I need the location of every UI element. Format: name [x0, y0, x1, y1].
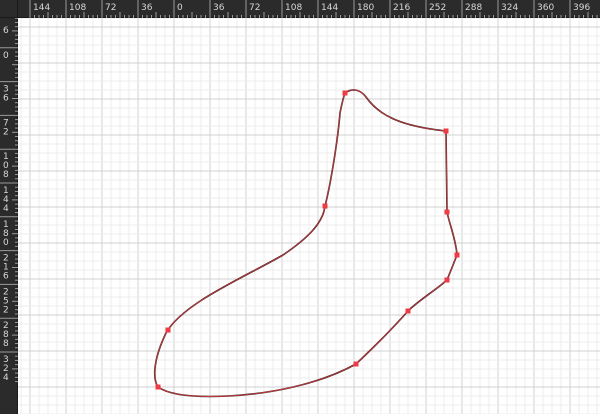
anchor-point[interactable] — [405, 308, 411, 314]
drawing-canvas[interactable] — [18, 17, 600, 415]
horizontal-ruler-scale: 144 108 72 36 0 36 72 108 144 180 216 252 288 324 360 3… — [29, 0, 598, 18]
ruler-label-digit: 4 — [3, 373, 9, 383]
ruler-label-digit: 8 — [3, 170, 9, 180]
ruler-label: 180 — [357, 3, 374, 13]
ruler-label-digit: 2 — [3, 127, 9, 137]
ruler-label-digit: 8 — [3, 339, 9, 349]
ruler-label: 108 — [69, 3, 86, 13]
ruler-label: 144 — [321, 3, 338, 13]
ruler-label: 360 — [537, 3, 554, 13]
ruler-label-digit: 6 — [3, 26, 9, 36]
canvas-grid — [18, 17, 600, 415]
vertical-ruler[interactable]: 603672108144180216252288324 — [0, 18, 18, 414]
ruler-label-digit: 2 — [3, 305, 9, 315]
ruler-label: 108 — [285, 3, 302, 13]
ruler-label: 252 — [429, 3, 446, 13]
anchor-point[interactable] — [322, 203, 328, 209]
anchor-point[interactable] — [454, 252, 460, 258]
ruler-label: 0 — [177, 3, 183, 13]
horizontal-ruler[interactable]: 144 108 72 36 0 36 72 108 144 180 216 252 288 324 360 3… — [0, 0, 600, 18]
ruler-label-digit: 4 — [3, 204, 9, 214]
ruler-label: 324 — [501, 3, 518, 13]
anchor-point[interactable] — [444, 277, 450, 283]
ruler-label: 144 — [33, 3, 50, 13]
ruler-label: 36 — [141, 3, 153, 13]
anchor-point[interactable] — [444, 209, 450, 215]
ruler-label: 216 — [393, 3, 410, 13]
ruler-label: 72 — [249, 3, 260, 13]
ruler-label: 396 — [573, 3, 590, 13]
ruler-label-digit: 6 — [3, 94, 9, 104]
vertical-ruler-scale: 603672108144180216252288324 — [0, 18, 18, 383]
canvas-artboard — [18, 17, 600, 415]
ruler-label-digit: 6 — [3, 272, 9, 282]
anchor-point[interactable] — [443, 128, 449, 134]
anchor-point[interactable] — [155, 384, 161, 390]
ruler-label-digit: 0 — [3, 51, 9, 61]
anchor-point[interactable] — [165, 327, 171, 333]
ruler-label: 36 — [213, 3, 225, 13]
ruler-label: 288 — [465, 3, 482, 13]
ruler-label: 72 — [105, 3, 116, 13]
ruler-origin-corner[interactable] — [0, 0, 18, 18]
anchor-point[interactable] — [353, 361, 359, 367]
anchor-point[interactable] — [342, 90, 348, 96]
ruler-label-digit: 0 — [3, 238, 9, 248]
